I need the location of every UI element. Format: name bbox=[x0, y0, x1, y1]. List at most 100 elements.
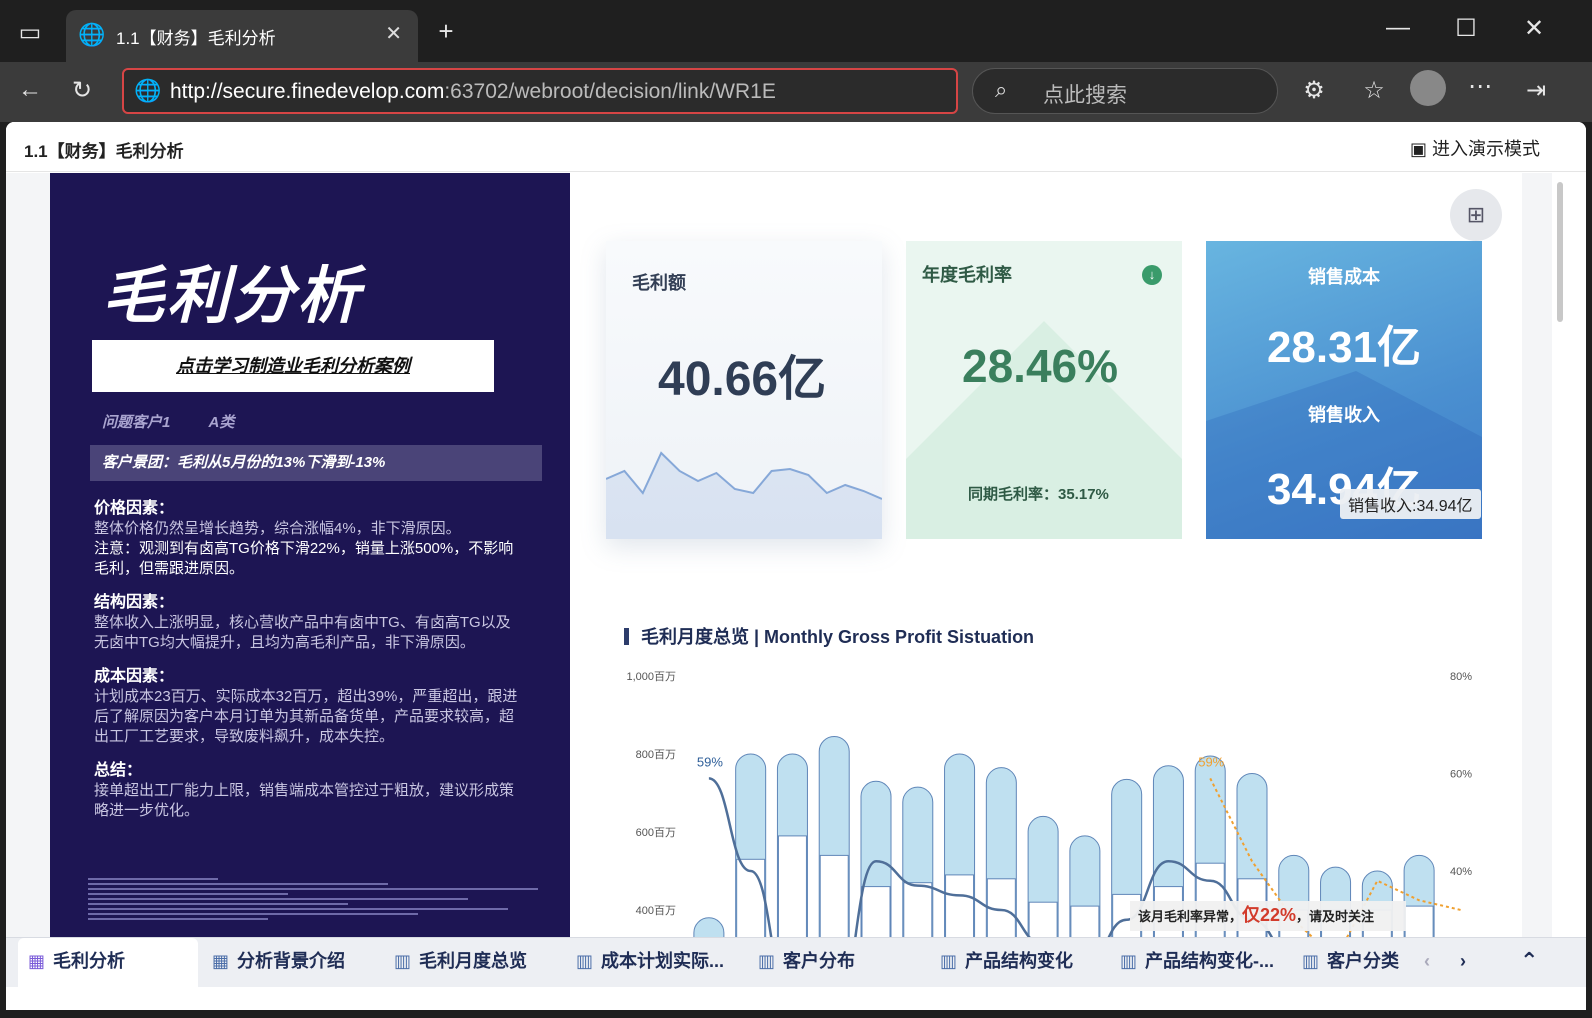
tag-problem-customer: 问题客户1 bbox=[102, 414, 171, 431]
extensions-icon[interactable]: ⚙ bbox=[1296, 76, 1332, 105]
tab-label: 产品结构变化-... bbox=[1145, 951, 1275, 971]
summary-body: 接单超出工厂能力上限，销售端成本管控过于粗放，建议形成策略进一步优化。 bbox=[94, 782, 515, 819]
more-icon[interactable]: ⋯ bbox=[1462, 72, 1498, 101]
analysis-panel: 毛利分析 点击学习制造业毛利分析案例 问题客户1 A类 客户景团：毛利从5月份的… bbox=[50, 173, 570, 943]
gross-profit-label: 毛利额 bbox=[632, 273, 686, 293]
cost-factor-head: 成本因素： bbox=[94, 668, 175, 685]
learn-case-button[interactable]: 点击学习制造业毛利分析案例 bbox=[92, 340, 494, 392]
annual-margin-label: 年度毛利率 bbox=[922, 265, 1012, 285]
chart-icon: ▥ bbox=[758, 951, 776, 971]
report-page: 1.1【财务】毛利分析 ▣ 进入演示模式 毛利分析 点击学习制造业毛利分析案例 … bbox=[6, 122, 1586, 1010]
back-icon[interactable]: ← bbox=[12, 76, 48, 104]
chart-icon: ▥ bbox=[576, 951, 594, 971]
tab-label: 成本计划实际... bbox=[601, 951, 725, 971]
tab-label: 毛利分析 bbox=[53, 951, 126, 971]
summary: 总结： 接单超出工厂能力上限，销售端成本管控过于粗放，建议形成策略进一步优化。 bbox=[94, 761, 524, 821]
tab-prev-icon[interactable]: ‹ bbox=[1424, 938, 1448, 988]
minimize-icon[interactable]: — bbox=[1380, 14, 1416, 42]
annual-margin-value: 28.46% bbox=[962, 340, 1119, 392]
customer-tags: 问题客户1 A类 bbox=[102, 411, 268, 432]
report-title: 1.1【财务】毛利分析 bbox=[24, 142, 184, 161]
tab-gross-analysis[interactable]: ▦ 毛利分析 bbox=[18, 938, 198, 988]
decorative-stripes bbox=[88, 878, 538, 920]
tab-label: 分析背景介绍 bbox=[237, 951, 346, 971]
tab-product-structure[interactable]: ▥ 产品结构变化 bbox=[940, 938, 1100, 988]
avatar[interactable] bbox=[1410, 70, 1446, 106]
annual-margin-card: 年度毛利率 ↓ 28.46% 同期毛利率：35.17% bbox=[906, 241, 1182, 539]
left-axis: 1,000百万 800百万 600百万 400百万 bbox=[626, 671, 676, 917]
tab-label: 客户分布 bbox=[783, 951, 856, 971]
fullscreen-button[interactable]: ⊞ bbox=[1450, 189, 1502, 241]
title-accent-bar bbox=[624, 628, 629, 645]
browser-tab[interactable]: 🌐 1.1【财务】毛利分析 ✕ bbox=[66, 10, 418, 62]
tab-label: 产品结构变化 bbox=[965, 951, 1074, 971]
y-left-tick: 400百万 bbox=[636, 905, 676, 917]
maximize-icon[interactable]: ☐ bbox=[1448, 14, 1484, 43]
y-left-tick: 1,000百万 bbox=[626, 671, 676, 683]
search-box[interactable]: ⌕ 点此搜索 bbox=[972, 68, 1278, 114]
dashboard-icon: ▦ bbox=[28, 951, 46, 971]
present-mode-button[interactable]: ▣ 进入演示模式 bbox=[1410, 135, 1540, 161]
bar-inner bbox=[819, 854, 849, 943]
sales-cost-value: 28.31亿 bbox=[1266, 323, 1422, 372]
y-right-tick: 40% bbox=[1450, 866, 1472, 878]
down-arrow-icon: ↓ bbox=[1142, 265, 1162, 285]
y-right-tick: 80% bbox=[1450, 671, 1472, 683]
sidebar-toggle-icon[interactable]: ▭ bbox=[12, 18, 48, 47]
dashboard-area: ⊞ 毛利额 40.66亿 年度毛利率 ↓ 28.46% 同期毛利率：35.17%… bbox=[570, 173, 1522, 943]
monthly-gross-chart: 1,000百万800百万600百万400百万 80%60%40% 59%59%2… bbox=[626, 671, 1472, 943]
tab-product-structure-2[interactable]: ▥ 产品结构变化-... bbox=[1120, 938, 1280, 988]
collapse-up-icon[interactable]: ⌃ bbox=[1520, 938, 1554, 988]
tab-label: 客户分类 bbox=[1327, 951, 1400, 971]
sparkline-area bbox=[606, 453, 882, 539]
monthly-section-title: 毛利月度总览 | Monthly Gross Profit Sistuation bbox=[624, 623, 1034, 649]
tab-next-icon[interactable]: › bbox=[1460, 938, 1484, 988]
tab-customer-class[interactable]: ▥ 客户分类 bbox=[1302, 938, 1400, 988]
search-icon: ⌕ bbox=[995, 77, 1008, 102]
tab-customer-distribution[interactable]: ▥ 客户分布 bbox=[758, 938, 918, 988]
chart-labels: 59%59%22%该月毛利率异常，仅22%，请及时关注 bbox=[697, 754, 1406, 931]
bar-inner bbox=[861, 886, 891, 943]
chart-icon: ▥ bbox=[1302, 951, 1320, 971]
peak-rate-label: 59% bbox=[1198, 754, 1224, 769]
report-header: 1.1【财务】毛利分析 ▣ 进入演示模式 bbox=[6, 122, 1586, 172]
sidebar-icon[interactable]: ⇥ bbox=[1518, 76, 1554, 105]
tab-title: 1.1【财务】毛利分析 bbox=[116, 29, 276, 48]
new-tab-icon[interactable]: + bbox=[428, 16, 464, 47]
chart-icon: ▥ bbox=[940, 951, 958, 971]
summary-head: 总结： bbox=[94, 762, 143, 779]
gross-profit-value: 40.66亿 bbox=[658, 353, 827, 406]
y-left-tick: 600百万 bbox=[636, 827, 676, 839]
present-mode-label: 进入演示模式 bbox=[1432, 139, 1540, 159]
browser-titlebar: ▭ 🌐 1.1【财务】毛利分析 ✕ + — ☐ ✕ bbox=[0, 0, 1592, 62]
scrollbar-thumb[interactable] bbox=[1557, 182, 1563, 322]
favorites-icon[interactable]: ☆ bbox=[1356, 76, 1392, 105]
section-title-cn: 毛利月度总览 bbox=[641, 627, 749, 647]
right-axis: 80% 60% 40% bbox=[1450, 671, 1472, 878]
address-bar[interactable]: 🌐 http://secure.finedevelop.com:63702/we… bbox=[122, 68, 958, 114]
prior-margin: 同期毛利率：35.17% bbox=[968, 486, 1109, 503]
bar-inner bbox=[903, 882, 933, 943]
close-window-icon[interactable]: ✕ bbox=[1516, 14, 1552, 43]
search-placeholder: 点此搜索 bbox=[1043, 84, 1127, 107]
bar-inner bbox=[777, 835, 807, 943]
price-factor-note: 注意：观测到有卤高TG价格下滑22%，销量上涨500%，不影响毛利，但需跟进原因… bbox=[94, 540, 514, 577]
presentation-icon: ▣ bbox=[1409, 139, 1432, 159]
section-title-en: Monthly Gross Profit Sistuation bbox=[764, 627, 1035, 647]
tab-monthly-overview[interactable]: ▥ 毛利月度总览 bbox=[394, 938, 554, 988]
chart-icon: ▥ bbox=[394, 951, 412, 971]
cost-factor: 成本因素： 计划成本23百万、实际成本32百万，超出39%，严重超出，跟进后了解… bbox=[94, 667, 524, 747]
sales-income-tooltip: 销售收入:34.94亿 bbox=[1340, 489, 1481, 519]
structure-factor-head: 结构因素： bbox=[94, 594, 175, 611]
structure-factor-body: 整体收入上涨明显，核心营收产品中有卤中TG、有卤高TG以及无卤中TG均大幅提升，… bbox=[94, 614, 511, 651]
site-info-icon[interactable]: 🌐 bbox=[134, 78, 161, 104]
gross-profit-card: 毛利额 40.66亿 bbox=[606, 241, 882, 539]
tab-cost-plan[interactable]: ▥ 成本计划实际... bbox=[576, 938, 736, 988]
close-tab-icon[interactable]: ✕ bbox=[385, 21, 402, 46]
refresh-icon[interactable]: ↻ bbox=[64, 76, 100, 105]
sales-income-label: 销售收入 bbox=[1308, 405, 1380, 425]
url-host: http://secure.finedevelop.com bbox=[170, 80, 445, 103]
structure-factor: 结构因素： 整体收入上涨明显，核心营收产品中有卤中TG、有卤高TG以及无卤中TG… bbox=[94, 593, 524, 653]
sales-cost-label: 销售成本 bbox=[1308, 267, 1380, 287]
tab-background[interactable]: ▦ 分析背景介绍 bbox=[212, 938, 372, 988]
